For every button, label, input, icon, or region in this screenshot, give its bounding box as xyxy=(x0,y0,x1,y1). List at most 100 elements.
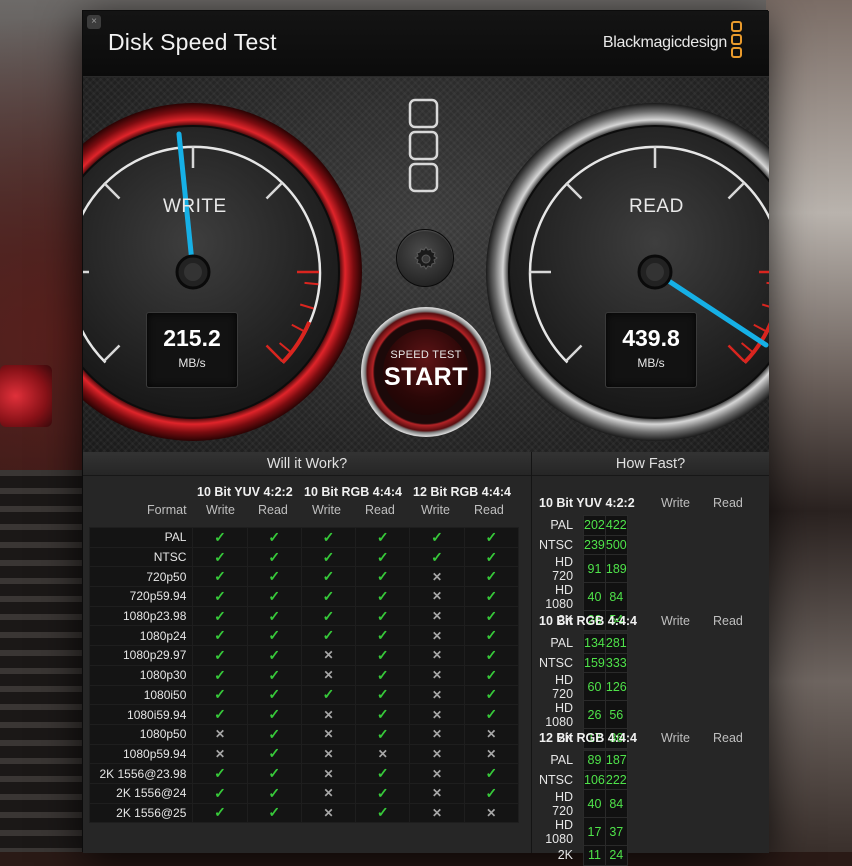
supported-cell: ✓ xyxy=(463,645,520,666)
supported-cell: ✓ xyxy=(300,546,357,568)
check-icon: ✓ xyxy=(376,686,389,703)
check-icon: ✓ xyxy=(376,725,389,742)
supported-cell: ✓ xyxy=(246,684,302,706)
format-cell: PAL xyxy=(88,527,194,548)
unsupported-cell: ✕ xyxy=(409,625,465,647)
read-speed-cell: 56 xyxy=(604,700,628,729)
supported-cell: ✓ xyxy=(192,664,248,686)
write-speed-readout: 215.2 MB/s xyxy=(146,312,238,388)
unsupported-cell: ✕ xyxy=(409,586,465,607)
write-speed-cell: 11 xyxy=(583,845,606,866)
check-icon: ✓ xyxy=(376,765,389,782)
format-cell: 2K 1556@24 xyxy=(88,782,194,804)
write-speed-cell: 60 xyxy=(583,672,606,701)
check-icon: ✓ xyxy=(214,804,226,821)
cross-icon: ✕ xyxy=(323,668,334,683)
check-icon: ✓ xyxy=(214,568,226,585)
table-row: 1080p24 ✓ ✓ ✓ ✓ ✕ ✓ xyxy=(88,625,520,647)
table-row: 1080p29.97 ✓ ✓ ✕ ✓ ✕ ✓ xyxy=(88,645,520,666)
unsupported-cell: ✕ xyxy=(409,763,465,784)
format-cell: 1080p29.97 xyxy=(88,645,194,666)
write-speed-value: 215.2 xyxy=(163,325,221,351)
check-icon: ✓ xyxy=(485,548,498,565)
blackmagic-logo-icon xyxy=(731,21,745,60)
cross-icon: ✕ xyxy=(432,707,443,722)
check-icon: ✓ xyxy=(214,528,226,545)
table-row: HD 720 60 126 xyxy=(539,672,628,701)
supported-cell: ✓ xyxy=(246,782,302,804)
supported-cell: ✓ xyxy=(192,527,248,548)
format-cell: 2K xyxy=(557,848,574,863)
background-car-grille xyxy=(0,470,90,852)
check-icon: ✓ xyxy=(268,725,281,742)
check-icon: ✓ xyxy=(322,548,335,565)
supported-cell: ✓ xyxy=(192,566,248,588)
format-cell: NTSC xyxy=(539,772,574,787)
read-speed-cell: 222 xyxy=(604,769,628,790)
table-row: PAL ✓ ✓ ✓ ✓ ✓ ✓ xyxy=(88,527,520,548)
check-icon: ✓ xyxy=(214,686,226,703)
cross-icon: ✕ xyxy=(486,727,497,742)
read-speed-cell: 281 xyxy=(604,633,628,654)
gauge-panel: WRITE READ 215.2 MB/s 439.8 MB/s SPEED T… xyxy=(83,77,769,452)
check-icon: ✓ xyxy=(214,646,226,663)
table-row: HD 1080 26 56 xyxy=(539,700,628,729)
how-fast-title: How Fast? xyxy=(532,452,769,476)
check-icon: ✓ xyxy=(431,528,443,545)
supported-cell: ✓ xyxy=(463,782,520,804)
close-button[interactable]: × xyxy=(87,15,101,29)
table-row: 2K 11 24 xyxy=(539,845,628,866)
supported-cell: ✓ xyxy=(355,782,411,804)
read-speed-cell: 84 xyxy=(604,789,628,818)
supported-cell: ✓ xyxy=(246,743,302,765)
read-speed-value: 439.8 xyxy=(622,325,680,351)
supported-cell: ✓ xyxy=(355,664,411,686)
supported-cell: ✓ xyxy=(463,763,520,784)
supported-cell: ✓ xyxy=(246,527,302,548)
check-icon: ✓ xyxy=(376,666,389,683)
write-speed-cell: 89 xyxy=(583,750,606,771)
check-icon: ✓ xyxy=(376,627,389,644)
will-it-work-title: Will it Work? xyxy=(83,452,531,476)
table-row: 1080i59.94 ✓ ✓ ✕ ✓ ✕ ✓ xyxy=(88,704,520,725)
read-speed-cell: 333 xyxy=(604,652,628,673)
how-fast-read-header: Read xyxy=(713,731,743,745)
supported-cell: ✓ xyxy=(192,586,248,607)
check-icon: ✓ xyxy=(268,607,281,624)
check-icon: ✓ xyxy=(376,784,389,801)
how-fast-read-header: Read xyxy=(713,496,743,510)
supported-cell: ✓ xyxy=(300,566,357,588)
unsupported-cell: ✕ xyxy=(300,723,357,745)
write-speed-cell: 26 xyxy=(583,700,606,729)
settings-button[interactable] xyxy=(396,229,454,287)
gear-icon xyxy=(414,246,438,270)
cross-icon: ✕ xyxy=(432,746,443,761)
start-speed-test-button[interactable]: SPEED TEST START xyxy=(361,307,491,437)
format-cell: HD 720 xyxy=(552,672,574,701)
format-cell: 1080p23.98 xyxy=(88,605,194,627)
supported-cell: ✓ xyxy=(300,684,357,706)
supported-cell: ✓ xyxy=(192,605,248,627)
check-icon: ✓ xyxy=(268,646,281,663)
write-speed-cell: 159 xyxy=(583,652,606,673)
supported-cell: ✓ xyxy=(192,704,248,725)
start-button-caption: SPEED TEST xyxy=(390,349,462,361)
results-panel: Will it Work? How Fast? 10 Bit YUV 4:2:2… xyxy=(83,452,769,866)
unsupported-cell: ✕ xyxy=(463,743,520,765)
supported-cell: ✓ xyxy=(192,782,248,804)
check-icon: ✓ xyxy=(322,528,335,545)
table-row: NTSC ✓ ✓ ✓ ✓ ✓ ✓ xyxy=(88,546,520,568)
supported-cell: ✓ xyxy=(246,546,302,568)
supported-cell: ✓ xyxy=(246,566,302,588)
cross-icon: ✕ xyxy=(377,746,388,761)
supported-cell: ✓ xyxy=(300,605,357,627)
supported-cell: ✓ xyxy=(463,664,520,686)
check-icon: ✓ xyxy=(214,627,226,644)
unsupported-cell: ✕ xyxy=(409,782,465,804)
read-col-header: Read xyxy=(258,503,288,517)
table-row: 1080p30 ✓ ✓ ✕ ✓ ✕ ✓ xyxy=(88,664,520,686)
supported-cell: ✓ xyxy=(355,625,411,647)
cross-icon: ✕ xyxy=(432,805,443,820)
unsupported-cell: ✕ xyxy=(300,802,357,824)
table-row: 1080p50 ✕ ✓ ✕ ✓ ✕ ✕ xyxy=(88,723,520,745)
